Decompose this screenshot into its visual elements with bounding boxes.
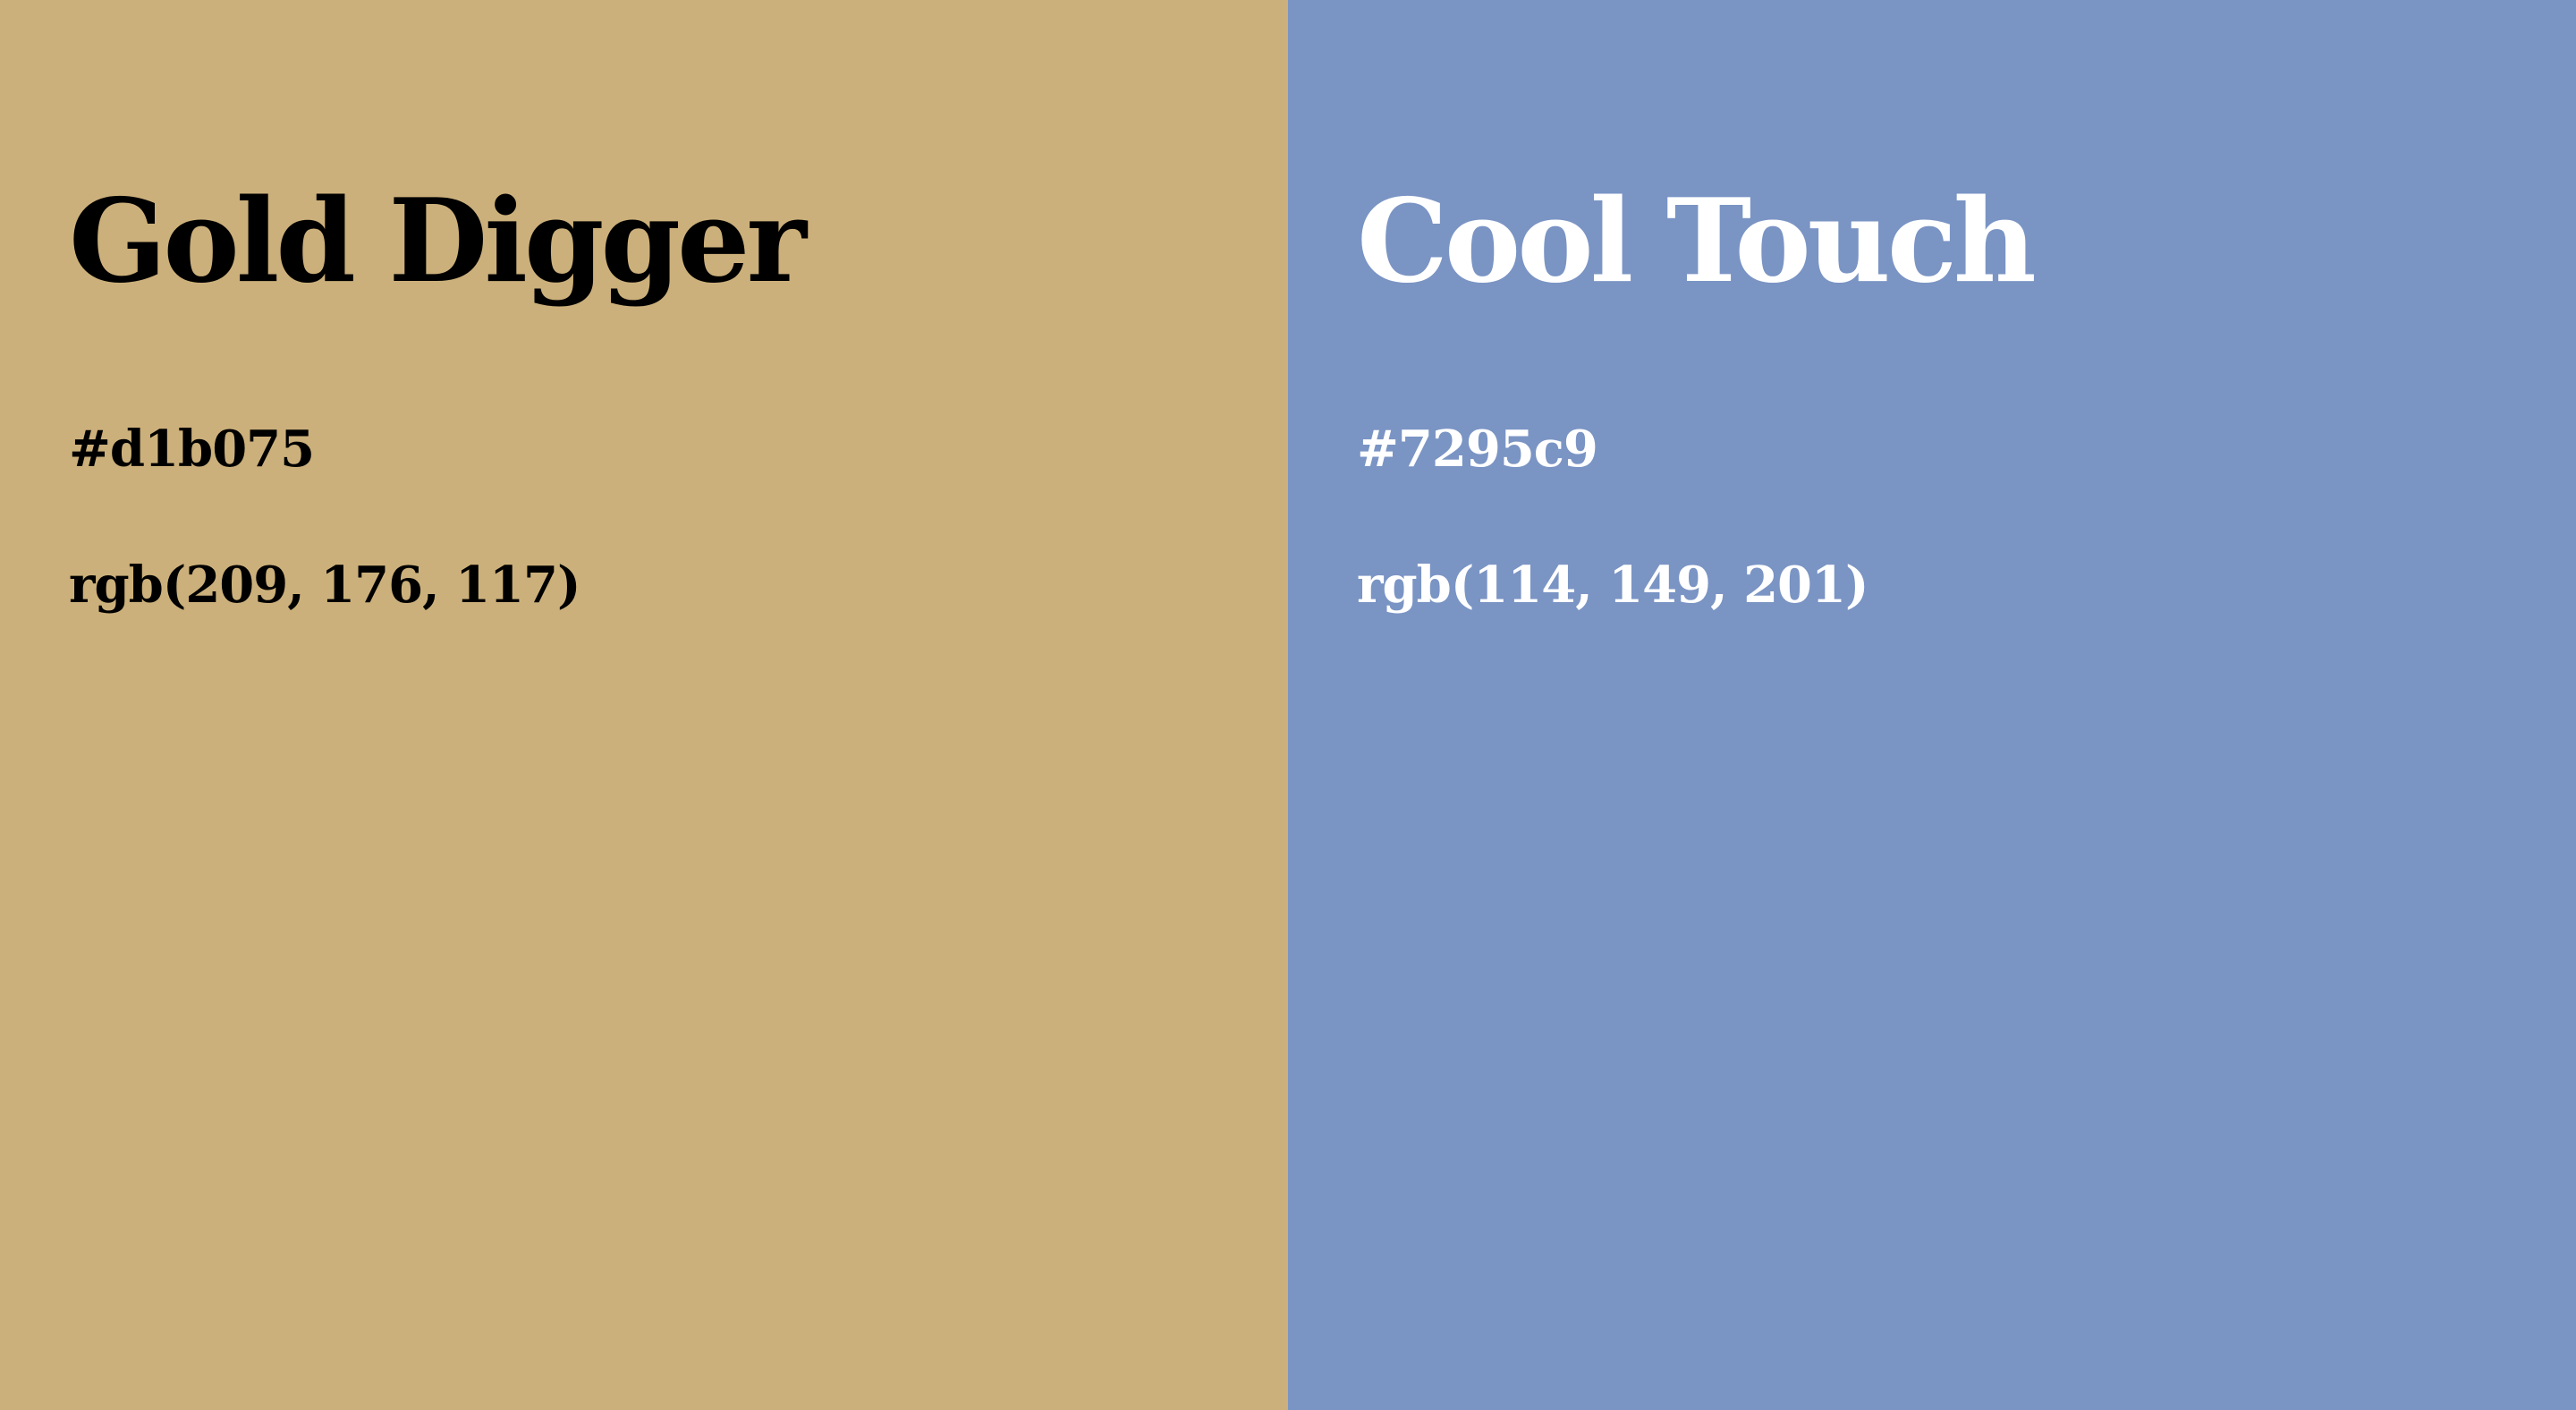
swatch-rgb-value: rgb(209, 176, 117) bbox=[69, 556, 580, 615]
swatch-hex-code: #d1b075 bbox=[69, 420, 315, 479]
swatch-gold-digger: Gold Digger #d1b075 rgb(209, 176, 117) bbox=[0, 0, 1288, 1410]
swatch-name: Cool Touch bbox=[1357, 174, 2037, 309]
swatch-name: Gold Digger bbox=[69, 174, 807, 309]
color-palette: Gold Digger #d1b075 rgb(209, 176, 117) C… bbox=[0, 0, 2576, 1410]
swatch-rgb-value: rgb(114, 149, 201) bbox=[1357, 556, 1868, 615]
swatch-cool-touch: Cool Touch #7295c9 rgb(114, 149, 201) bbox=[1288, 0, 2576, 1410]
swatch-hex-code: #7295c9 bbox=[1357, 420, 1598, 479]
